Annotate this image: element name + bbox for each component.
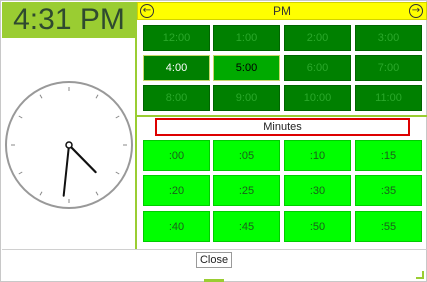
hour-button[interactable]: 2:00 bbox=[284, 25, 351, 51]
hour-button[interactable]: 3:00 bbox=[355, 25, 422, 51]
footer-divider bbox=[2, 249, 427, 250]
minute-button[interactable]: :20 bbox=[143, 175, 210, 206]
hour-button[interactable]: 1:00 bbox=[213, 25, 280, 51]
hour-button[interactable]: 12:00 bbox=[143, 25, 210, 51]
minute-button[interactable]: :45 bbox=[213, 211, 280, 242]
close-button[interactable]: Close bbox=[196, 252, 232, 268]
analog-clock-panel bbox=[2, 38, 136, 249]
clock-center bbox=[65, 141, 73, 149]
minute-button[interactable]: :10 bbox=[284, 140, 351, 171]
minutes-header: Minutes bbox=[155, 118, 410, 136]
resize-corner-icon[interactable] bbox=[416, 271, 424, 279]
analog-clock bbox=[5, 81, 133, 209]
minute-button[interactable]: :50 bbox=[284, 211, 351, 242]
minute-button[interactable]: :05 bbox=[213, 140, 280, 171]
panel-divider bbox=[136, 2, 137, 249]
selected-time-display: 4:31 PM bbox=[2, 2, 136, 38]
period-label[interactable]: PM bbox=[138, 3, 426, 19]
minute-button[interactable]: :25 bbox=[213, 175, 280, 206]
hour-button[interactable]: 7:00 bbox=[355, 55, 422, 81]
hour-button[interactable]: 11:00 bbox=[355, 85, 422, 111]
hour-button[interactable]: 8:00 bbox=[143, 85, 210, 111]
hour-button[interactable]: 6:00 bbox=[284, 55, 351, 81]
minute-button[interactable]: :15 bbox=[355, 140, 422, 171]
minute-button[interactable]: :00 bbox=[143, 140, 210, 171]
minute-button[interactable]: :35 bbox=[355, 175, 422, 206]
minute-button[interactable]: :55 bbox=[355, 211, 422, 242]
time-picker-window: 4:31 PM ← PM → 12:00 1:00 2:00 3:00 4:00… bbox=[0, 0, 427, 282]
arrow-right-circle-icon[interactable]: → bbox=[409, 4, 423, 18]
period-bar: ← PM → bbox=[137, 2, 427, 20]
hour-button[interactable]: 10:00 bbox=[284, 85, 351, 111]
hour-button[interactable]: 9:00 bbox=[213, 85, 280, 111]
section-divider bbox=[137, 115, 427, 117]
minute-button[interactable]: :40 bbox=[143, 211, 210, 242]
hour-button-selected[interactable]: 4:00 bbox=[143, 55, 210, 81]
hour-button-hover[interactable]: 5:00 bbox=[213, 55, 280, 81]
minute-button[interactable]: :30 bbox=[284, 175, 351, 206]
